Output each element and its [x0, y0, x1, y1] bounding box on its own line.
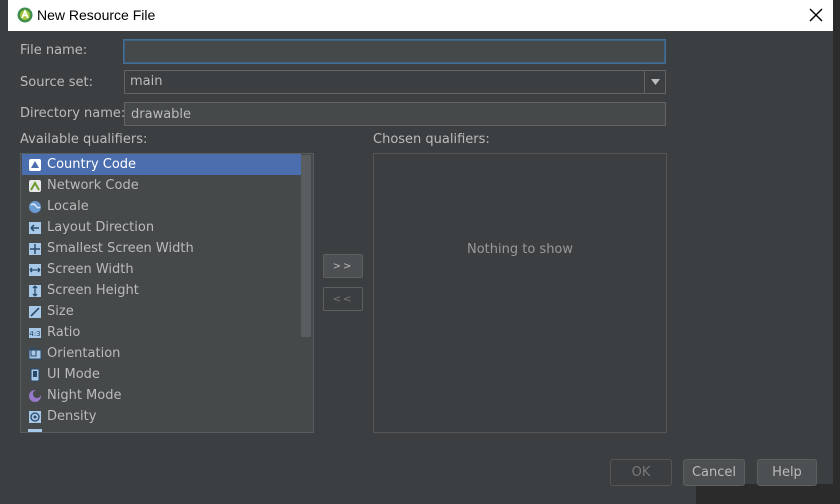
screen-width-icon — [28, 263, 42, 277]
list-item-label: Country Code — [47, 157, 137, 172]
chosen-qualifiers-label: Chosen qualifiers: — [373, 132, 490, 147]
globe-icon — [28, 200, 42, 214]
ui-mode-icon — [28, 368, 42, 382]
ratio-icon: 4:3 — [28, 326, 42, 340]
list-item-network-code[interactable]: Network Code — [22, 175, 301, 196]
available-qualifiers-label: Available qualifiers: — [20, 132, 148, 147]
cancel-button[interactable]: Cancel — [683, 459, 745, 486]
list-item-country-code[interactable]: Country Code — [22, 154, 301, 175]
chevron-down-icon[interactable] — [644, 71, 665, 93]
chosen-qualifiers-list[interactable]: Nothing to show — [373, 153, 667, 433]
list-item-night-mode[interactable]: Night Mode — [22, 385, 301, 406]
size-icon — [28, 305, 42, 319]
list-item-size[interactable]: Size — [22, 301, 301, 322]
list-item-label: Layout Direction — [47, 220, 155, 235]
help-button[interactable]: Help — [757, 459, 817, 486]
source-set-value: main — [130, 74, 163, 89]
screen-height-icon — [28, 284, 42, 298]
list-item-ui-mode[interactable]: UI Mode — [22, 364, 301, 385]
title-bar: New Resource File — [8, 0, 833, 31]
ide-background-bottom — [696, 484, 840, 504]
list-item-layout-direction[interactable]: Layout Direction — [22, 217, 301, 238]
list-item-label: Density — [47, 409, 97, 424]
list-item-screen-width[interactable]: Screen Width — [22, 259, 301, 280]
list-item-ratio[interactable]: 4:3 Ratio — [22, 322, 301, 343]
ok-button[interactable]: OK — [610, 459, 672, 486]
country-code-icon — [28, 158, 42, 172]
list-item-label: Locale — [47, 199, 89, 214]
file-name-label: File name: — [20, 43, 88, 58]
list-item-label: Ratio — [47, 325, 81, 340]
list-item-orientation[interactable]: Orientation — [22, 343, 301, 364]
svg-text:4:3: 4:3 — [29, 330, 40, 338]
empty-list-text: Nothing to show — [466, 242, 574, 257]
list-item-label: UI Mode — [47, 367, 100, 382]
close-icon[interactable] — [805, 4, 827, 26]
source-set-label: Source set: — [20, 75, 94, 90]
partial-list-item-icon — [28, 429, 42, 432]
available-qualifiers-list[interactable]: Country Code Network Code Locale Layout … — [20, 153, 314, 433]
list-scrollbar[interactable] — [301, 155, 311, 337]
list-item-label: Screen Height — [47, 283, 139, 298]
list-item-locale[interactable]: Locale — [22, 196, 301, 217]
night-mode-icon — [28, 389, 42, 403]
directory-name-label: Directory name: — [20, 106, 126, 121]
file-name-input[interactable] — [124, 40, 665, 63]
directory-name-input[interactable] — [124, 102, 666, 126]
remove-qualifier-button[interactable]: << — [323, 287, 363, 311]
ide-background — [833, 0, 840, 504]
network-code-icon — [28, 179, 42, 193]
list-item-label: Network Code — [47, 178, 139, 193]
density-icon — [28, 410, 42, 424]
smallest-screen-width-icon — [28, 242, 42, 256]
source-set-dropdown[interactable]: main — [124, 70, 666, 94]
orientation-icon — [28, 347, 42, 361]
list-item-label: Screen Width — [47, 262, 134, 277]
list-item-label: Size — [47, 304, 74, 319]
list-item-label: Smallest Screen Width — [47, 241, 194, 256]
dialog-title: New Resource File — [37, 7, 156, 23]
layout-direction-icon — [28, 221, 42, 235]
list-item-screen-height[interactable]: Screen Height — [22, 280, 301, 301]
new-resource-file-dialog: New Resource File File name: Source set:… — [8, 0, 834, 486]
list-item-density[interactable]: Density — [22, 406, 301, 427]
list-item-smallest-screen-width[interactable]: Smallest Screen Width — [22, 238, 301, 259]
android-studio-icon — [17, 7, 33, 23]
add-qualifier-button[interactable]: >> — [323, 254, 363, 278]
list-item-label: Orientation — [47, 346, 121, 361]
list-item-label: Night Mode — [47, 388, 122, 403]
